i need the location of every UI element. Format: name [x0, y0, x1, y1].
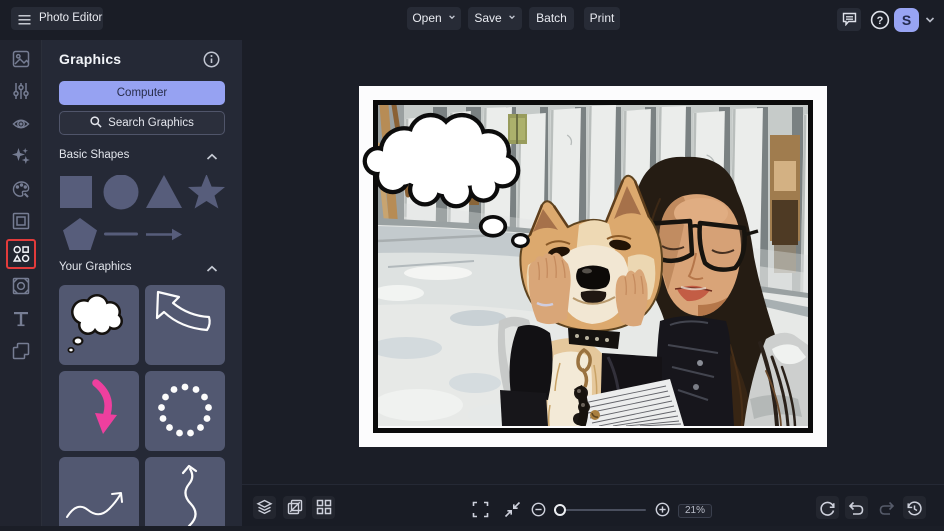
svg-text:?: ? [877, 15, 884, 27]
